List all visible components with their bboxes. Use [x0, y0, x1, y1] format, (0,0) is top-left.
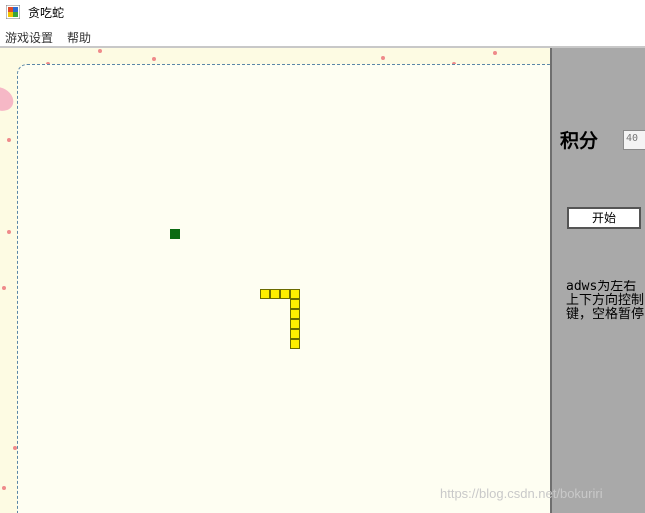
snake-segment: [290, 309, 300, 319]
decor-dot: [7, 230, 11, 234]
menu-help[interactable]: 帮助: [67, 29, 91, 46]
snake-segment: [280, 289, 290, 299]
title-bar: 贪吃蛇: [0, 0, 645, 26]
snake-segment: [290, 289, 300, 299]
snake-segment: [290, 329, 300, 339]
snake-segment: [290, 339, 300, 349]
decor-dot: [98, 49, 102, 53]
decor-dot: [152, 57, 156, 61]
side-panel: 积分 40 开始 adws为左右上下方向控制键，空格暂停: [552, 48, 645, 513]
decor-dot: [7, 138, 11, 142]
decor-dot: [2, 286, 6, 290]
decorative-flower: [0, 82, 18, 116]
snake-segment: [270, 289, 280, 299]
decor-dot: [381, 56, 385, 60]
snake-segment: [290, 319, 300, 329]
snake-segment: [290, 299, 300, 309]
game-board[interactable]: [0, 48, 550, 513]
decor-dot: [493, 51, 497, 55]
app-window-icon: [6, 5, 20, 19]
score-field: 40: [623, 130, 645, 150]
watermark: https://blog.csdn.net/bokuriri: [440, 486, 603, 501]
controls-help-text: adws为左右上下方向控制键，空格暂停: [566, 280, 645, 322]
score-label: 积分: [560, 130, 599, 152]
food-pellet: [170, 229, 180, 239]
decor-dot: [2, 486, 6, 490]
snake-segment: [260, 289, 270, 299]
menu-game-settings[interactable]: 游戏设置: [5, 29, 53, 46]
menu-bar: 游戏设置 帮助: [0, 26, 645, 46]
start-button[interactable]: 开始: [567, 207, 641, 229]
window-title: 贪吃蛇: [28, 6, 65, 20]
